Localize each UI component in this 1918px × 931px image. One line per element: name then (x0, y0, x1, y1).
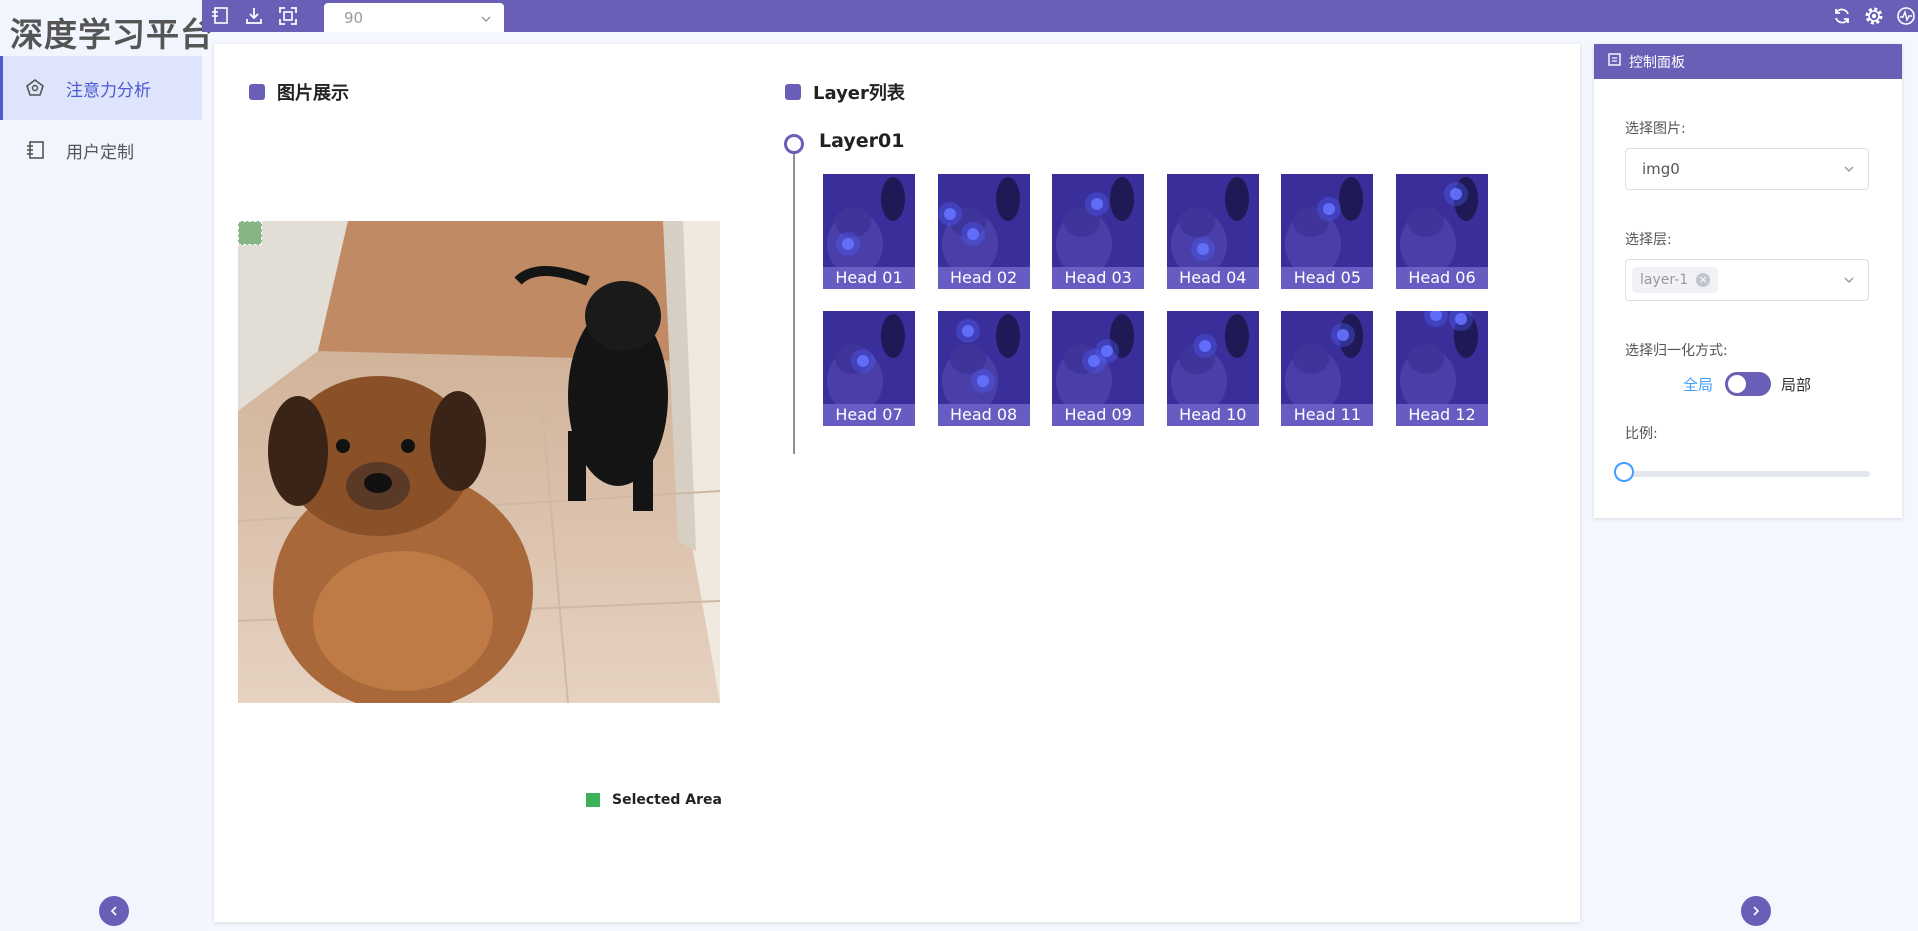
image-select-value: img0 (1642, 160, 1680, 178)
attention-head-thumbnail[interactable]: Head 10 (1166, 311, 1259, 426)
attention-head-thumbnail[interactable]: Head 12 (1396, 311, 1488, 426)
sidebar-item-user-custom[interactable]: 用户定制 (0, 118, 202, 182)
layer-section-label: Layer列表 (813, 83, 905, 104)
layer-name: Layer01 (819, 130, 905, 152)
timeline-line (793, 151, 795, 454)
attention-head-thumbnail[interactable]: Head 08 (937, 311, 1030, 426)
attention-head-thumbnail[interactable]: Head 06 (1396, 174, 1488, 289)
attention-head-thumbnail[interactable]: Head 05 (1281, 174, 1374, 289)
layer-section-title: Layer列表 (785, 79, 905, 105)
app-logo: 深度学习平台 (10, 15, 214, 54)
section-marker (785, 84, 801, 100)
chevron-down-icon (1842, 273, 1856, 291)
download-icon[interactable] (242, 4, 266, 28)
normalization-label: 选择归一化方式: (1625, 343, 1728, 359)
import-icon[interactable] (208, 4, 232, 28)
legend-label: Selected Area (612, 792, 722, 808)
head-label: Head 06 (1396, 267, 1488, 289)
close-icon[interactable]: × (1696, 273, 1711, 287)
image-section-label: 图片展示 (277, 83, 349, 104)
attention-head-thumbnail[interactable]: Head 03 (1052, 174, 1145, 289)
chevron-left-icon (108, 902, 120, 921)
layer-select[interactable]: layer-1 × (1625, 259, 1869, 301)
normalization-global-label: 全局 (1683, 376, 1714, 394)
attention-head-thumbnail[interactable]: Head 04 (1166, 174, 1259, 289)
head-label: Head 09 (1052, 404, 1145, 426)
image-section-title: 图片展示 (249, 79, 349, 105)
user-custom-icon (24, 139, 46, 161)
layer-select-label: 选择层: (1625, 232, 1672, 248)
toolbar-select-value: 90 (344, 9, 364, 27)
head-label: Head 03 (1052, 267, 1145, 289)
attention-head-thumbnail[interactable]: Head 11 (1281, 311, 1374, 426)
sidebar: 深度学习平台 注意力分析 用户定制 (0, 0, 213, 931)
image-select-label: 选择图片: (1625, 121, 1686, 137)
head-label: Head 08 (937, 404, 1030, 426)
head-label: Head 11 (1281, 404, 1374, 426)
normalization-local-label: 局部 (1781, 376, 1812, 394)
image-select[interactable]: img0 (1625, 148, 1869, 190)
settings-icon[interactable] (1862, 4, 1886, 28)
selected-area-box[interactable] (238, 221, 262, 245)
normalization-toggle[interactable] (1725, 372, 1771, 396)
layer-tag-label: layer-1 (1640, 272, 1689, 288)
panel-icon (1608, 53, 1621, 70)
sidebar-item-label: 注意力分析 (66, 80, 151, 101)
sidebar-item-label: 用户定制 (66, 142, 134, 163)
ratio-slider-handle[interactable] (1614, 462, 1634, 482)
chevron-down-icon (1842, 162, 1856, 180)
refresh-icon[interactable] (1830, 4, 1854, 28)
expand-panel-button[interactable] (1741, 896, 1771, 926)
layer-tag: layer-1 × (1632, 267, 1719, 293)
section-marker (249, 84, 265, 100)
attention-head-thumbnail[interactable]: Head 09 (1052, 311, 1145, 426)
attention-icon (24, 77, 46, 99)
timeline-dot (784, 134, 804, 154)
fullscreen-icon[interactable] (276, 4, 300, 28)
ratio-label: 比例: (1625, 426, 1658, 442)
attention-head-thumbnail[interactable]: Head 02 (937, 174, 1030, 289)
selected-area-legend: Selected Area (586, 792, 722, 808)
input-image[interactable] (238, 221, 720, 703)
chevron-right-icon (1750, 902, 1762, 921)
main-panel: 图片展示 Selected Area Layer列表 Layer01 Head … (214, 44, 1580, 922)
chevron-down-icon (480, 11, 492, 29)
legend-swatch (586, 793, 600, 807)
head-label: Head 01 (823, 267, 915, 289)
head-label: Head 12 (1396, 404, 1488, 426)
control-panel: 控制面板 选择图片: img0 选择层: layer-1 × 选择归一化方式: … (1594, 44, 1902, 518)
toolbar-select[interactable]: 90 (324, 3, 504, 32)
monitor-icon[interactable] (1894, 4, 1918, 28)
collapse-sidebar-button[interactable] (99, 896, 129, 926)
head-label: Head 04 (1166, 267, 1259, 289)
head-label: Head 05 (1281, 267, 1374, 289)
ratio-slider-track[interactable] (1626, 471, 1870, 477)
head-label: Head 10 (1166, 404, 1259, 426)
head-label: Head 02 (937, 267, 1030, 289)
control-panel-title: 控制面板 (1629, 54, 1685, 71)
sidebar-item-attention-analysis[interactable]: 注意力分析 (0, 56, 202, 120)
attention-head-thumbnail[interactable]: Head 07 (823, 311, 915, 426)
control-panel-header: 控制面板 (1594, 44, 1902, 79)
toggle-knob (1728, 375, 1746, 393)
attention-head-thumbnail[interactable]: Head 01 (823, 174, 915, 289)
top-toolbar: 90 (202, 0, 1918, 32)
head-label: Head 07 (823, 404, 915, 426)
